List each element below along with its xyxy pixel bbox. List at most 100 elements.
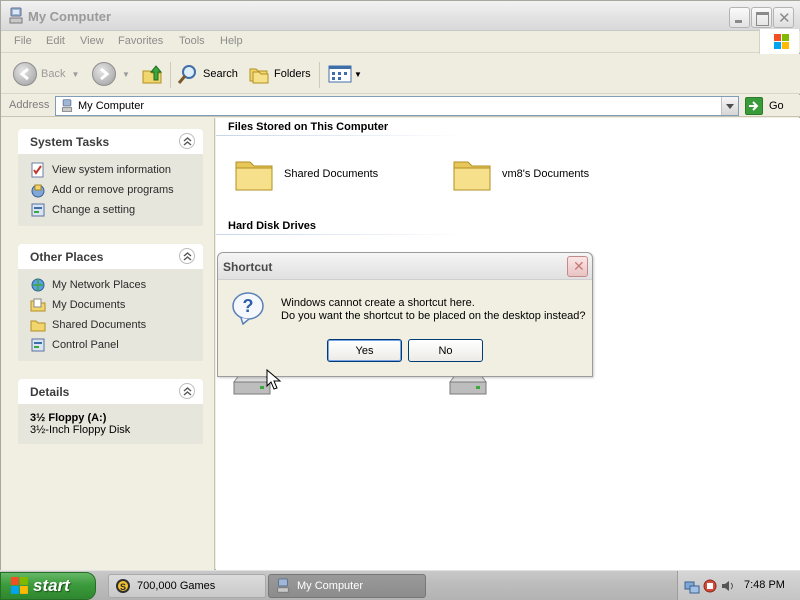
network-icon[interactable] [684, 578, 700, 594]
drives-group-title: Hard Disk Drives [228, 220, 317, 232]
menu-help[interactable]: Help [220, 35, 243, 47]
security-icon[interactable] [702, 578, 718, 594]
question-icon: ? [231, 291, 265, 328]
other-places-header[interactable]: Other Places [18, 244, 203, 269]
menu-tools[interactable]: Tools [179, 35, 205, 47]
no-button[interactable]: No [408, 339, 483, 362]
task-label: Change a setting [52, 204, 136, 216]
place-control-panel[interactable]: Control Panel [30, 335, 203, 355]
place-shared-documents[interactable]: Shared Documents [30, 315, 203, 335]
address-input[interactable]: My Computer [55, 96, 739, 116]
back-button[interactable]: Back ▼ [13, 62, 79, 86]
search-button[interactable]: Search [177, 62, 238, 86]
maximize-button[interactable] [751, 7, 772, 28]
title-bar[interactable]: My Computer ✕ [1, 1, 800, 31]
forward-button[interactable]: ▼ [92, 62, 130, 86]
shared-documents-item[interactable]: Shared Documents [234, 154, 378, 194]
network-places-icon [31, 278, 45, 292]
my-computer-icon [61, 99, 73, 112]
start-label: start [33, 576, 70, 595]
volume-icon[interactable] [720, 578, 736, 594]
dialog-close-button[interactable]: ✕ [567, 256, 588, 277]
system-tasks-header[interactable]: System Tasks [18, 129, 203, 154]
place-label: Shared Documents [52, 319, 147, 331]
folders-label: Folders [274, 68, 311, 80]
system-tray: 7:48 PM [677, 571, 800, 600]
other-places-panel: Other Places My Network Places My Docume… [18, 244, 203, 361]
dialog-title-bar[interactable]: Shortcut ✕ [218, 253, 592, 280]
menu-file[interactable]: File [14, 35, 32, 47]
item-label: Shared Documents [284, 168, 379, 180]
details-item-description: 3½-Inch Floppy Disk [30, 424, 131, 436]
place-my-network-places[interactable]: My Network Places [30, 275, 203, 295]
go-arrow-icon [745, 97, 763, 115]
yes-button[interactable]: Yes [327, 339, 402, 362]
games-icon: S [116, 579, 130, 593]
place-label: My Network Places [52, 279, 147, 291]
windows-logo [759, 29, 799, 55]
toolbar-separator [170, 62, 171, 88]
dialog-title: Shortcut [223, 260, 273, 274]
collapse-icon[interactable] [179, 383, 195, 399]
task-pane: System Tasks View system information Add… [1, 118, 215, 571]
cursor-icon [266, 368, 282, 390]
clock[interactable]: 7:48 PM [744, 579, 785, 591]
up-folder-button[interactable] [141, 62, 163, 86]
back-label: Back [41, 68, 66, 80]
window-title: My Computer [28, 9, 112, 24]
task-add-remove-programs[interactable]: Add or remove programs [30, 180, 203, 200]
my-computer-icon [8, 7, 24, 25]
place-label: Control Panel [52, 339, 119, 351]
my-computer-icon [277, 578, 289, 593]
svg-text:S: S [120, 582, 126, 592]
go-label: Go [769, 100, 784, 112]
chevron-down-icon: ▼ [122, 69, 130, 79]
shortcut-dialog: Shortcut ✕ ? Windows cannot create a sho… [217, 252, 593, 377]
place-label: My Documents [52, 299, 126, 311]
place-my-documents[interactable]: My Documents [30, 295, 203, 315]
taskbar-item-games[interactable]: S 700,000 Games [108, 574, 266, 598]
views-button[interactable]: ▼ [328, 62, 362, 86]
task-change-a-setting[interactable]: Change a setting [30, 200, 203, 220]
close-icon: ✕ [573, 258, 585, 274]
folder-icon [30, 320, 46, 332]
chevron-down-icon: ▼ [354, 69, 362, 79]
search-icon [177, 65, 196, 84]
taskbar-item-label: My Computer [297, 580, 364, 592]
go-button[interactable]: Go [745, 96, 784, 116]
collapse-icon[interactable] [179, 248, 195, 264]
menu-edit[interactable]: Edit [46, 35, 65, 47]
folders-button[interactable]: Folders [248, 62, 311, 86]
collapse-icon[interactable] [179, 133, 195, 149]
address-bar: Address My Computer Go [1, 95, 800, 117]
group-divider [216, 135, 468, 136]
menu-favorites[interactable]: Favorites [118, 35, 163, 47]
svg-text:?: ? [243, 296, 254, 316]
forward-arrow-icon [92, 62, 116, 86]
minimize-button[interactable] [729, 7, 750, 28]
folders-icon [249, 68, 269, 84]
task-view-system-information[interactable]: View system information [30, 160, 203, 180]
chevron-down-icon: ▼ [71, 69, 80, 79]
details-panel: Details 3½ Floppy (A:) 3½-Inch Floppy Di… [18, 379, 203, 444]
close-button[interactable]: ✕ [773, 7, 794, 28]
my-documents-icon [30, 298, 46, 312]
dialog-message-line2: Do you want the shortcut to be placed on… [281, 310, 586, 322]
folder-icon [453, 161, 491, 191]
back-arrow-icon [13, 62, 37, 86]
taskbar-item-my-computer[interactable]: My Computer [268, 574, 426, 598]
menu-view[interactable]: View [80, 35, 104, 47]
address-dropdown-button[interactable] [721, 97, 738, 115]
folder-icon [235, 161, 273, 191]
system-tasks-title: System Tasks [30, 135, 110, 149]
dialog-message-line1: Windows cannot create a shortcut here. [281, 297, 475, 309]
start-button[interactable]: start [0, 572, 96, 600]
taskbar: start S 700,000 Games My Computer 7:48 P… [0, 570, 800, 600]
details-header[interactable]: Details [18, 379, 203, 404]
views-icon [328, 65, 352, 83]
user-documents-item[interactable]: vm8's Documents [452, 154, 589, 194]
close-icon: ✕ [778, 10, 791, 27]
menu-bar: File Edit View Favorites Tools Help [1, 31, 800, 53]
toolbar: Back ▼ ▼ Search Folders ▼ [1, 54, 800, 94]
item-label: vm8's Documents [502, 168, 590, 180]
